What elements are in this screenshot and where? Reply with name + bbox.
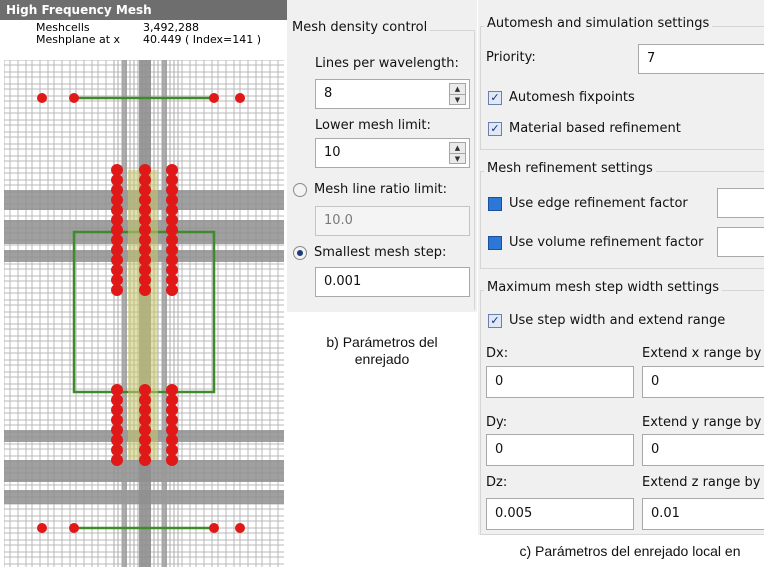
smallest-mesh-step-input[interactable]: 0.001 (315, 267, 470, 297)
spin-up-icon[interactable]: ▲ (450, 84, 465, 95)
smallest-mesh-step-label: Smallest mesh step: (314, 245, 447, 260)
spin-up-icon[interactable]: ▲ (450, 143, 465, 154)
refinement-title: Mesh refinement settings (484, 161, 656, 176)
mesh-density-title: Mesh density control (289, 20, 431, 35)
lines-per-wavelength-input[interactable]: 8 ▲ ▼ (315, 79, 470, 109)
mesh-plot-canvas[interactable] (4, 60, 284, 567)
automesh-dialog: Automesh and simulation settings Priorit… (478, 0, 764, 535)
mesh-line-ratio-radio[interactable] (293, 183, 307, 197)
mesh-line-ratio-input[interactable]: 10.0 (315, 206, 470, 236)
dy-label: Dy: (486, 415, 508, 430)
material-refinement-checkbox[interactable]: ✓ (488, 122, 502, 136)
mesh-band-v (162, 60, 167, 567)
volume-refinement-checkbox[interactable] (488, 236, 502, 250)
lines-per-wavelength-spinner[interactable]: ▲ ▼ (449, 83, 466, 105)
lines-per-wavelength-value: 8 (324, 86, 333, 101)
dx-label: Dx: (486, 346, 509, 361)
edge-refinement-checkbox[interactable] (488, 197, 502, 211)
spin-down-icon[interactable]: ▼ (450, 95, 465, 105)
edge-refinement-label: Use edge refinement factor (509, 196, 688, 211)
priority-input[interactable]: 7 (638, 44, 764, 74)
port-marker (235, 93, 245, 103)
mesh-band-v (122, 60, 127, 567)
port-marker (37, 523, 47, 533)
port-marker (69, 523, 79, 533)
meshplane-label: Meshplane at x (36, 33, 121, 46)
pin-marker (139, 454, 151, 466)
caption-c: c) Parámetros del enrejado local en (519, 543, 741, 559)
edge-refinement-input[interactable] (717, 188, 764, 218)
pin-marker (166, 454, 178, 466)
extend-x-input[interactable]: 0 (642, 366, 764, 398)
port-marker (69, 93, 79, 103)
port-marker (37, 93, 47, 103)
automesh-fixpoints-label: Automesh fixpoints (509, 90, 635, 105)
extend-z-input[interactable]: 0.01 (642, 498, 764, 530)
mesh-line-ratio-label: Mesh line ratio limit: (314, 182, 448, 197)
port-marker (209, 523, 219, 533)
mesh-density-dialog: Mesh density control Lines per wavelengt… (287, 0, 477, 312)
use-step-width-label: Use step width and extend range (509, 313, 726, 328)
automesh-fixpoints-checkbox[interactable]: ✓ (488, 91, 502, 105)
lower-mesh-limit-value: 10 (324, 145, 341, 160)
port-marker (235, 523, 245, 533)
extend-x-label: Extend x range by (642, 346, 762, 361)
port-marker (209, 93, 219, 103)
priority-label: Priority: (486, 50, 536, 65)
mesh-view-panel: High Frequency Mesh Meshcells 3,492,288 … (0, 0, 287, 567)
material-refinement-label: Material based refinement (509, 121, 681, 136)
automesh-title: Automesh and simulation settings (484, 16, 713, 31)
lower-mesh-limit-label: Lower mesh limit: (315, 118, 431, 133)
pin-marker (139, 284, 151, 296)
dz-label: Dz: (486, 475, 508, 490)
extend-z-label: Extend z range by (642, 475, 761, 490)
dx-input[interactable]: 0 (486, 366, 634, 398)
extend-y-input[interactable]: 0 (642, 434, 764, 466)
dz-input[interactable]: 0.005 (486, 498, 634, 530)
caption-b: b) Parámetros del enrejado (326, 334, 438, 367)
dy-input[interactable]: 0 (486, 434, 634, 466)
extend-y-label: Extend y range by (642, 415, 762, 430)
meshplane-value: 40.449 ( Index=141 ) (143, 33, 262, 46)
lower-mesh-limit-spinner[interactable]: ▲ ▼ (449, 142, 466, 164)
lower-mesh-limit-input[interactable]: 10 ▲ ▼ (315, 138, 470, 168)
pin-marker (166, 284, 178, 296)
volume-refinement-label: Use volume refinement factor (509, 235, 704, 250)
pin-marker (111, 454, 123, 466)
smallest-mesh-step-radio[interactable] (293, 246, 307, 260)
spin-down-icon[interactable]: ▼ (450, 154, 465, 164)
mesh-panel-title: High Frequency Mesh (0, 0, 287, 20)
use-step-width-checkbox[interactable]: ✓ (488, 314, 502, 328)
lines-per-wavelength-label: Lines per wavelength: (315, 56, 459, 71)
max-step-title: Maximum mesh step width settings (484, 280, 723, 295)
volume-refinement-input[interactable] (717, 227, 764, 257)
pin-marker (111, 284, 123, 296)
